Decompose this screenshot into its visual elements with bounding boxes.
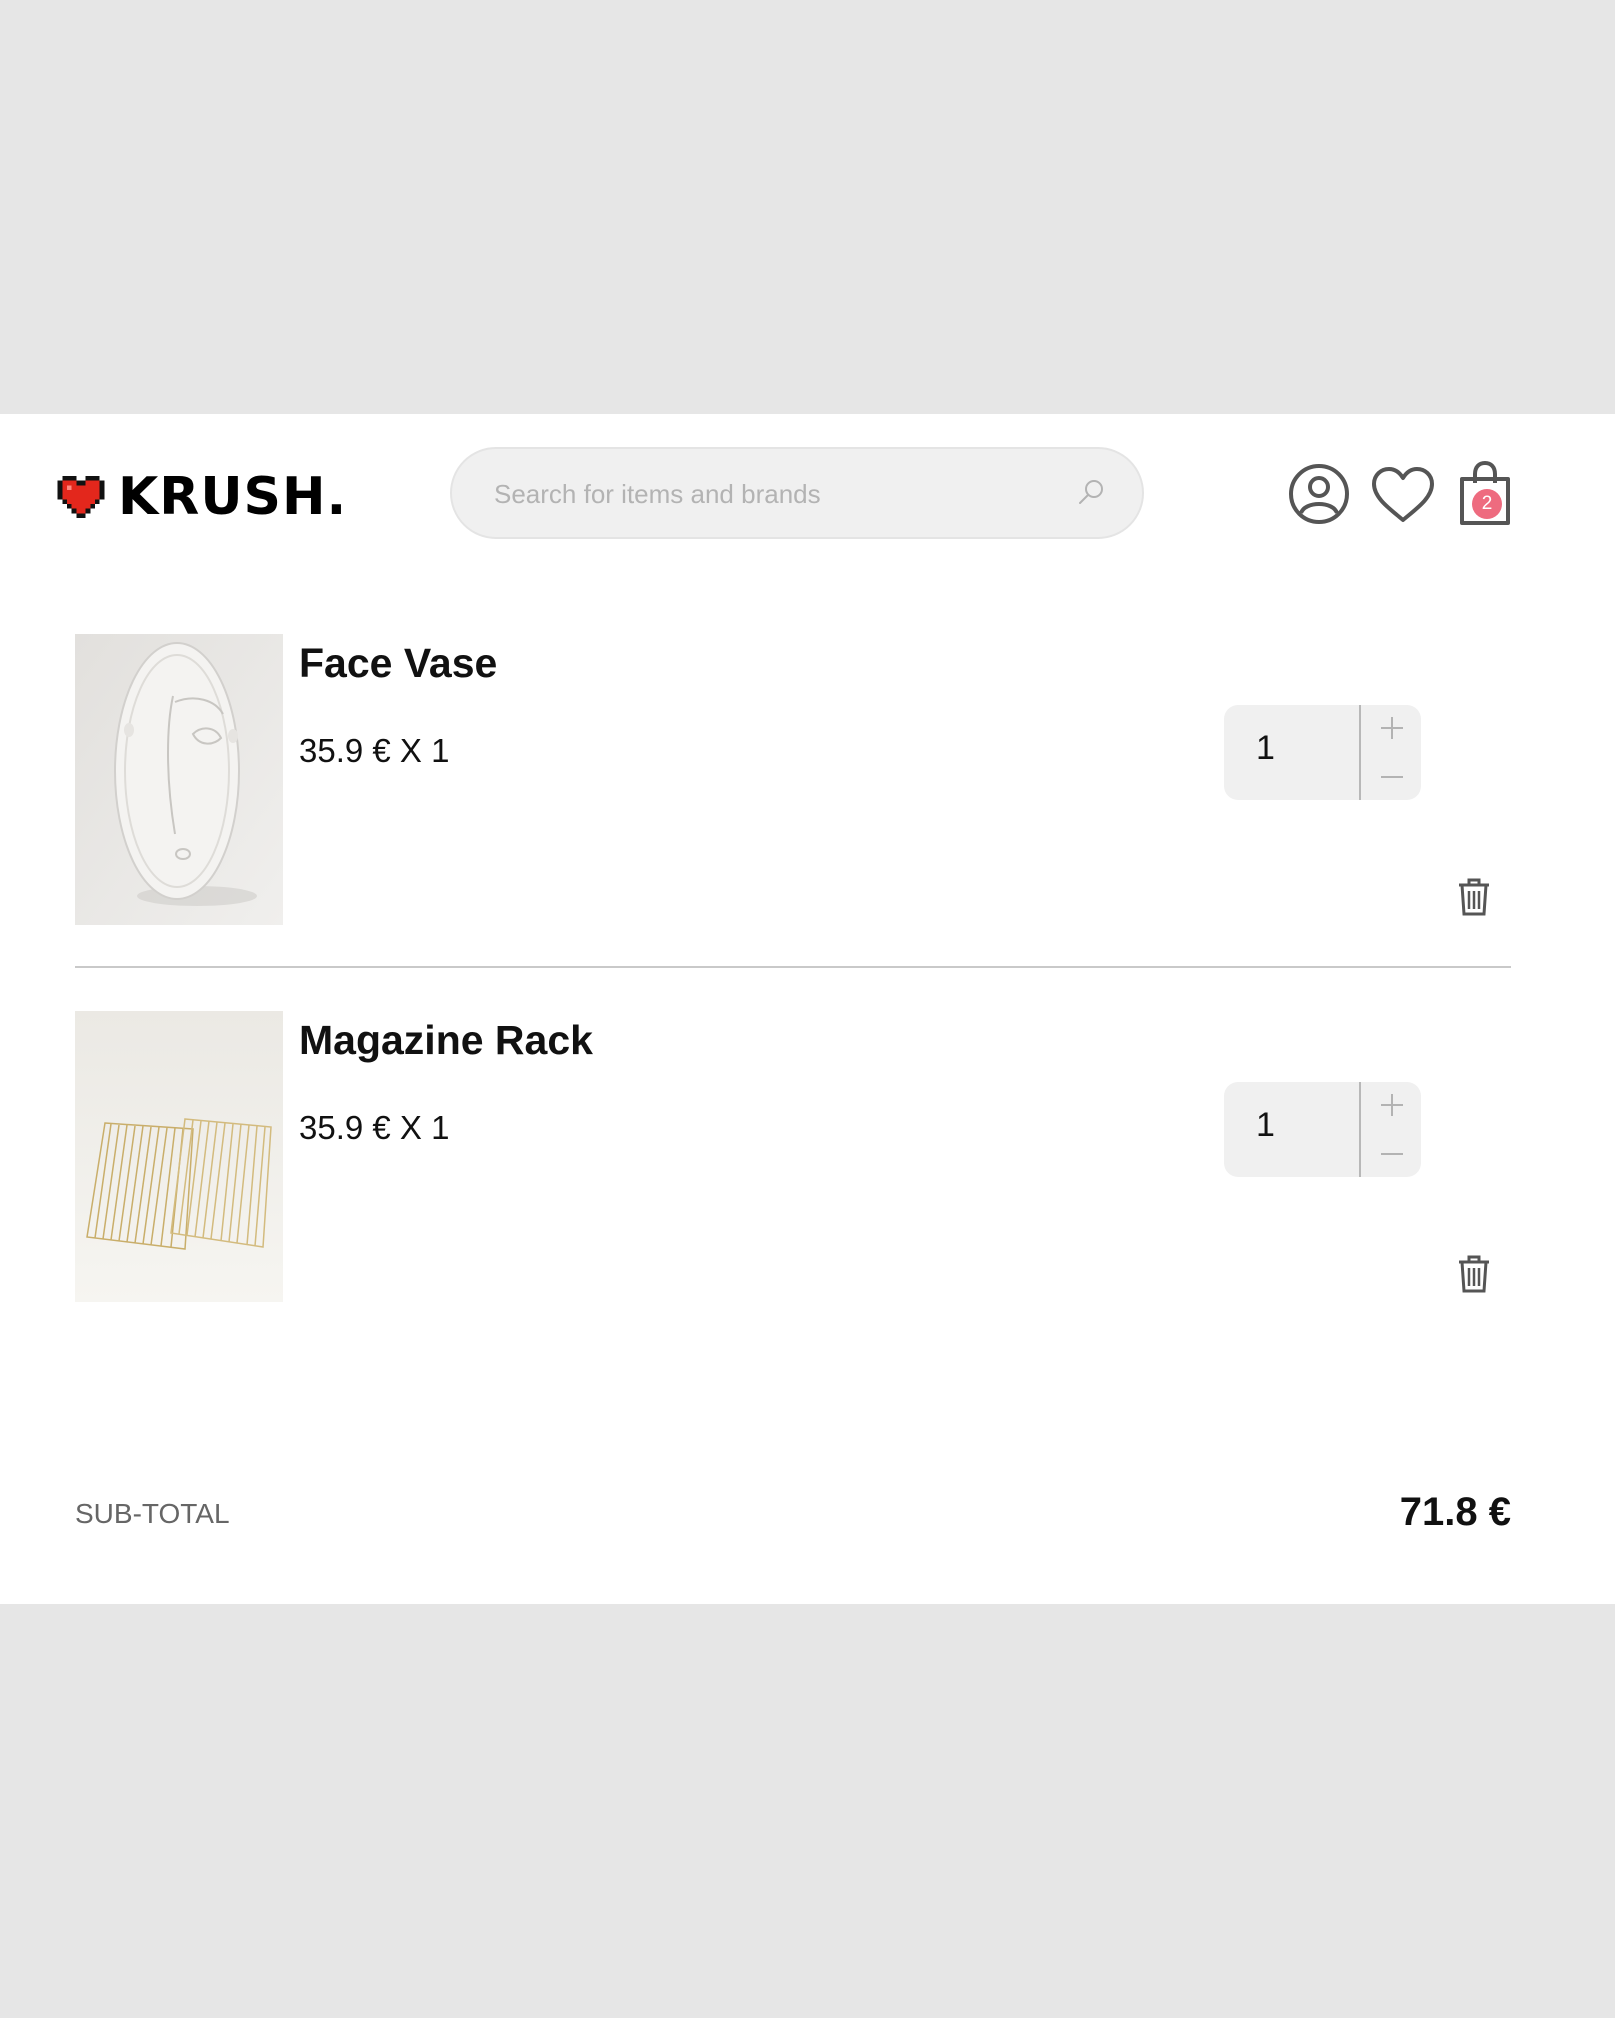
quantity-stepper: 1 xyxy=(1224,1082,1421,1177)
plus-icon[interactable] xyxy=(1364,705,1421,752)
cart-panel xyxy=(0,414,1615,1604)
quantity-stepper: 1 xyxy=(1224,705,1421,800)
search-icon[interactable] xyxy=(1076,477,1106,507)
product-image-magazine-rack[interactable] xyxy=(75,1011,283,1302)
cart-item: Magazine Rack 35.9 € X 1 1 xyxy=(75,1011,1511,1303)
cart-item: Face Vase 35.9 € X 1 1 xyxy=(75,634,1511,926)
search-input[interactable] xyxy=(492,449,1056,539)
product-image-face-vase[interactable] xyxy=(75,634,283,925)
minus-icon[interactable] xyxy=(1364,1130,1421,1177)
trash-icon[interactable] xyxy=(1457,877,1491,917)
stepper-divider xyxy=(1359,1082,1361,1177)
pixel-heart-icon xyxy=(57,476,105,518)
logo-text: KRUSH. xyxy=(118,467,348,527)
product-name[interactable]: Face Vase xyxy=(299,640,497,687)
quantity-value[interactable]: 1 xyxy=(1256,1106,1275,1145)
product-price: 35.9 € X 1 xyxy=(299,1109,450,1146)
search-bar[interactable] xyxy=(450,447,1144,539)
subtotal-label: SUB-TOTAL xyxy=(75,1498,230,1529)
trash-icon[interactable] xyxy=(1457,1254,1491,1294)
product-price: 35.9 € X 1 xyxy=(299,732,450,769)
stepper-divider xyxy=(1359,705,1361,800)
logo[interactable]: KRUSH. xyxy=(56,470,347,524)
minus-icon[interactable] xyxy=(1364,753,1421,800)
item-divider xyxy=(75,966,1511,968)
plus-icon[interactable] xyxy=(1364,1082,1421,1129)
quantity-value[interactable]: 1 xyxy=(1256,729,1275,768)
product-name[interactable]: Magazine Rack xyxy=(299,1017,593,1064)
account-icon[interactable] xyxy=(1288,463,1350,525)
heart-icon[interactable] xyxy=(1370,466,1436,524)
bag-count-badge: 2 xyxy=(1472,489,1502,519)
subtotal-value: 71.8 € xyxy=(1399,1490,1511,1534)
